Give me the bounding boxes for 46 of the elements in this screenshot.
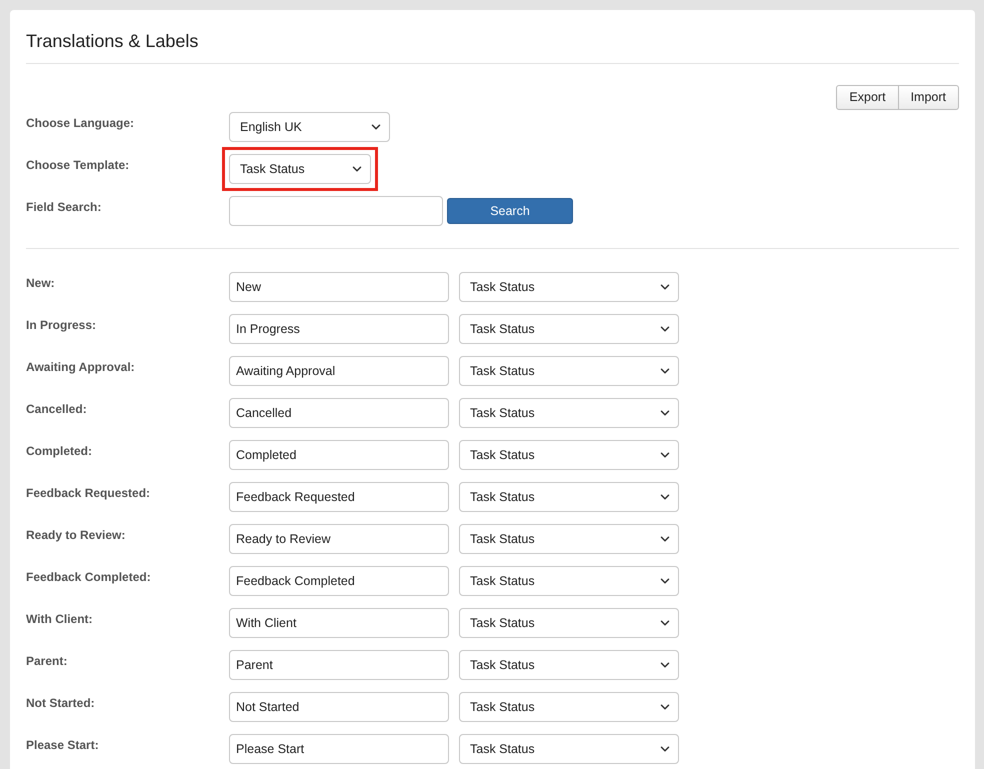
field-label: Not Started: bbox=[26, 695, 96, 712]
field-label: Completed: bbox=[26, 443, 93, 460]
dropdown[interactable]: English UK bbox=[229, 112, 390, 142]
page-title: Translations & Labels bbox=[26, 30, 200, 52]
field-label: With Client: bbox=[26, 611, 94, 628]
dropdown[interactable]: Task Status bbox=[459, 608, 679, 638]
dropdown[interactable]: Task Status bbox=[459, 398, 679, 428]
input-field[interactable]: Completed bbox=[229, 440, 449, 470]
input-field[interactable]: Parent bbox=[229, 650, 449, 680]
toolbar-button[interactable]: Import bbox=[898, 85, 959, 110]
field-label: Feedback Requested: bbox=[26, 485, 152, 502]
input-field[interactable]: Feedback Requested bbox=[229, 482, 449, 512]
field-label: Cancelled: bbox=[26, 401, 88, 418]
dropdown[interactable]: Task Status bbox=[459, 482, 679, 512]
input-field[interactable]: Ready to Review bbox=[229, 524, 449, 554]
field-label: Field Search: bbox=[26, 199, 102, 216]
field-label: Ready to Review: bbox=[26, 527, 126, 544]
field-label: In Progress: bbox=[26, 317, 98, 334]
input-field[interactable]: Awaiting Approval bbox=[229, 356, 449, 386]
input-field[interactable]: Not Started bbox=[229, 692, 449, 722]
field-label: Choose Language: bbox=[26, 115, 136, 132]
dropdown[interactable]: Task Status bbox=[459, 566, 679, 596]
field-label: Parent: bbox=[26, 653, 68, 670]
input-field[interactable]: Please Start bbox=[229, 734, 449, 764]
input-field[interactable]: New bbox=[229, 272, 449, 302]
dropdown[interactable]: Task Status bbox=[459, 692, 679, 722]
dropdown[interactable]: Task Status bbox=[459, 734, 679, 764]
field-label: Feedback Completed: bbox=[26, 569, 152, 586]
dropdown[interactable]: Task Status bbox=[459, 314, 679, 344]
dropdown[interactable]: Task Status bbox=[459, 440, 679, 470]
field-label: Please Start: bbox=[26, 737, 100, 754]
input-field[interactable]: With Client bbox=[229, 608, 449, 638]
input-field[interactable]: Cancelled bbox=[229, 398, 449, 428]
dropdown[interactable]: Task Status bbox=[459, 356, 679, 386]
field-label: New: bbox=[26, 275, 56, 292]
field-label: Choose Template: bbox=[26, 157, 130, 174]
toolbar-button[interactable]: Export bbox=[836, 85, 899, 110]
field-label: Awaiting Approval: bbox=[26, 359, 136, 376]
search-button[interactable]: Search bbox=[447, 198, 573, 224]
dropdown[interactable]: Task Status bbox=[459, 650, 679, 680]
dropdown[interactable]: Task Status bbox=[459, 272, 679, 302]
input-field[interactable]: In Progress bbox=[229, 314, 449, 344]
dropdown[interactable]: Task Status bbox=[229, 154, 371, 184]
input-field[interactable]: Feedback Completed bbox=[229, 566, 449, 596]
search-field[interactable] bbox=[229, 196, 443, 226]
dropdown[interactable]: Task Status bbox=[459, 524, 679, 554]
